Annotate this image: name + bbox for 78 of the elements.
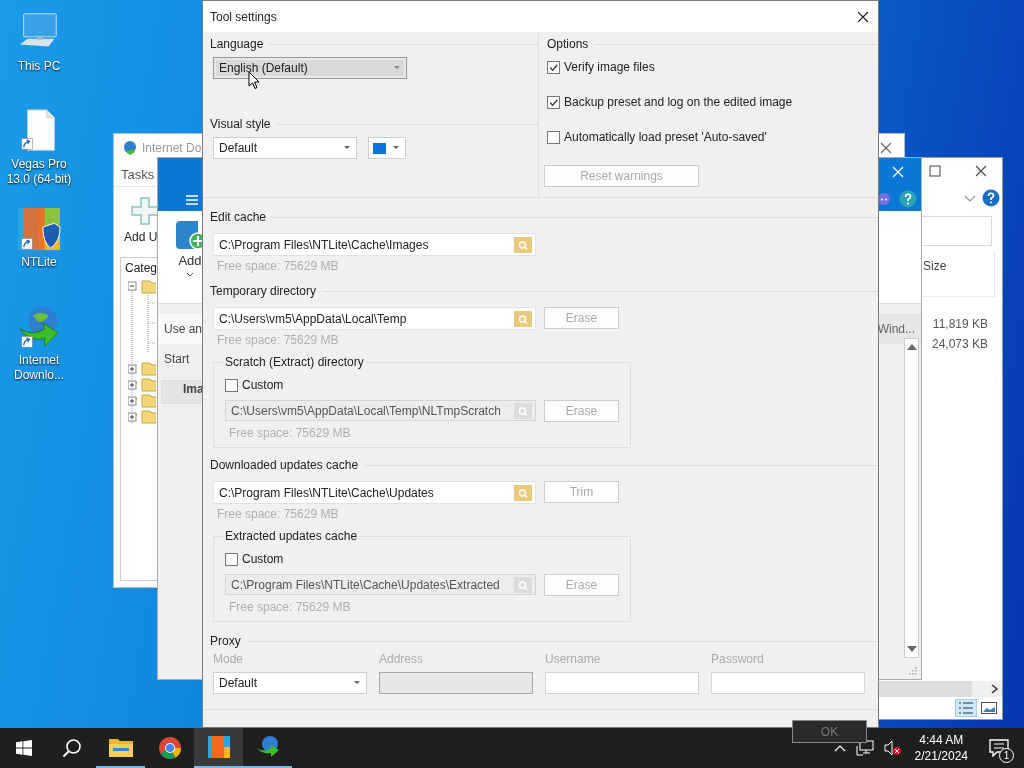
group-label: Proxy — [210, 633, 241, 649]
list-item[interactable]: Wind... — [877, 322, 915, 336]
checkbox-label[interactable]: Automatically load preset 'Auto-saved' — [564, 130, 767, 144]
free-space-text: Free space: 75629 MB — [217, 332, 340, 348]
scrollbar[interactable] — [904, 338, 919, 658]
color-dropdown[interactable] — [368, 137, 406, 159]
group-label: Options — [547, 36, 589, 52]
mode-dropdown[interactable]: Default — [213, 672, 367, 694]
panel-header: Categ — [124, 260, 159, 276]
checkbox[interactable] — [547, 95, 560, 109]
table-cell: 11,819 KB — [932, 316, 988, 332]
checkbox-label[interactable]: Custom — [242, 378, 284, 392]
group-label: Language — [210, 36, 264, 52]
checkbox-label[interactable]: Verify image files — [564, 60, 655, 74]
maximize-icon[interactable] — [929, 165, 941, 177]
group-label: Scratch (Extract) directory — [224, 354, 365, 370]
close-icon[interactable] — [975, 165, 987, 177]
search-icon[interactable] — [62, 738, 82, 758]
menu-item[interactable]: Tasks — [121, 166, 155, 182]
arrow-down-icon[interactable] — [906, 646, 917, 652]
thumbnail-view-icon[interactable] — [981, 702, 997, 714]
free-space-text: Free space: 75629 MB — [229, 599, 352, 615]
free-space-text: Free space: 75629 MB — [217, 506, 340, 522]
group-label: Edit cache — [210, 209, 267, 225]
windows-logo-icon[interactable] — [16, 740, 32, 756]
window-title: Tool settings — [210, 9, 277, 24]
input-field[interactable] — [545, 672, 699, 694]
caret-icon[interactable] — [344, 146, 350, 150]
field-label: Username — [545, 651, 602, 667]
checkbox[interactable] — [547, 130, 560, 144]
field-label: Address — [379, 651, 425, 667]
chevron-up-icon[interactable] — [833, 744, 846, 752]
notification-button[interactable]: 1 — [982, 728, 1016, 768]
caret-icon[interactable] — [393, 146, 399, 150]
list-item[interactable]: Start — [164, 352, 190, 366]
checkbox[interactable] — [225, 552, 238, 566]
input-field[interactable] — [711, 672, 865, 694]
path-field[interactable]: C:\Program Files\NTLite\Cache\Images — [213, 233, 536, 256]
group-label: Temporary directory — [210, 283, 317, 299]
globe-icon — [121, 140, 137, 156]
globe-arrow-icon[interactable] — [16, 304, 62, 350]
path-field[interactable]: C:\Program Files\NTLite\Cache\Updates — [213, 481, 536, 504]
language-dropdown[interactable]: English (Default) — [213, 57, 407, 79]
help-icon[interactable] — [899, 190, 917, 208]
close-icon[interactable] — [857, 10, 869, 23]
resize-grip-icon[interactable] — [909, 667, 917, 675]
help-icon[interactable] — [982, 189, 1000, 207]
group-label: Visual style — [210, 116, 271, 132]
chevron-down-icon[interactable] — [964, 195, 976, 203]
field-label: Password — [711, 651, 765, 667]
arrow-right-icon[interactable] — [991, 684, 999, 694]
group-label: Downloaded updates cache — [210, 457, 359, 473]
group-label: Extracted updates cache — [224, 528, 359, 544]
checkbox[interactable] — [225, 378, 238, 392]
clock-date[interactable]: 2/21/2024 — [914, 748, 968, 764]
list-item[interactable]: Use an — [164, 322, 203, 336]
window-title: Internet Do — [142, 141, 202, 155]
field-label: Mode — [213, 651, 245, 667]
menu-icon[interactable] — [186, 195, 198, 205]
path-field[interactable]: C:\Users\vm5\AppData\Local\Temp\NLTmpScratch — [225, 400, 536, 421]
ntlite-icon[interactable] — [194, 728, 243, 768]
network-icon[interactable] — [855, 740, 874, 756]
ntlite-icon[interactable] — [16, 206, 62, 252]
checkbox[interactable] — [547, 60, 560, 74]
path-field[interactable]: C:\Program Files\NTLite\Cache\Updates\Extracted — [225, 574, 536, 595]
muted-speaker-icon[interactable] — [883, 740, 902, 756]
notification-icon[interactable] — [989, 739, 1009, 757]
path-field[interactable]: C:\Users\vm5\AppData\Local\Temp — [213, 307, 536, 330]
caret-icon[interactable] — [186, 272, 194, 277]
arrow-up-icon[interactable] — [906, 344, 917, 350]
free-space-text: Free space: 75629 MB — [229, 425, 352, 441]
style-dropdown[interactable]: Default — [213, 137, 357, 159]
checkbox-label[interactable]: Custom — [242, 552, 284, 566]
table-cell: 24,073 KB — [931, 336, 988, 352]
chat-icon[interactable] — [878, 193, 890, 205]
clock-time[interactable]: 4:44 AM — [919, 732, 964, 748]
checkbox-label[interactable]: Backup preset and log on the edited image — [564, 95, 793, 109]
free-space-text: Free space: 75629 MB — [217, 258, 340, 274]
